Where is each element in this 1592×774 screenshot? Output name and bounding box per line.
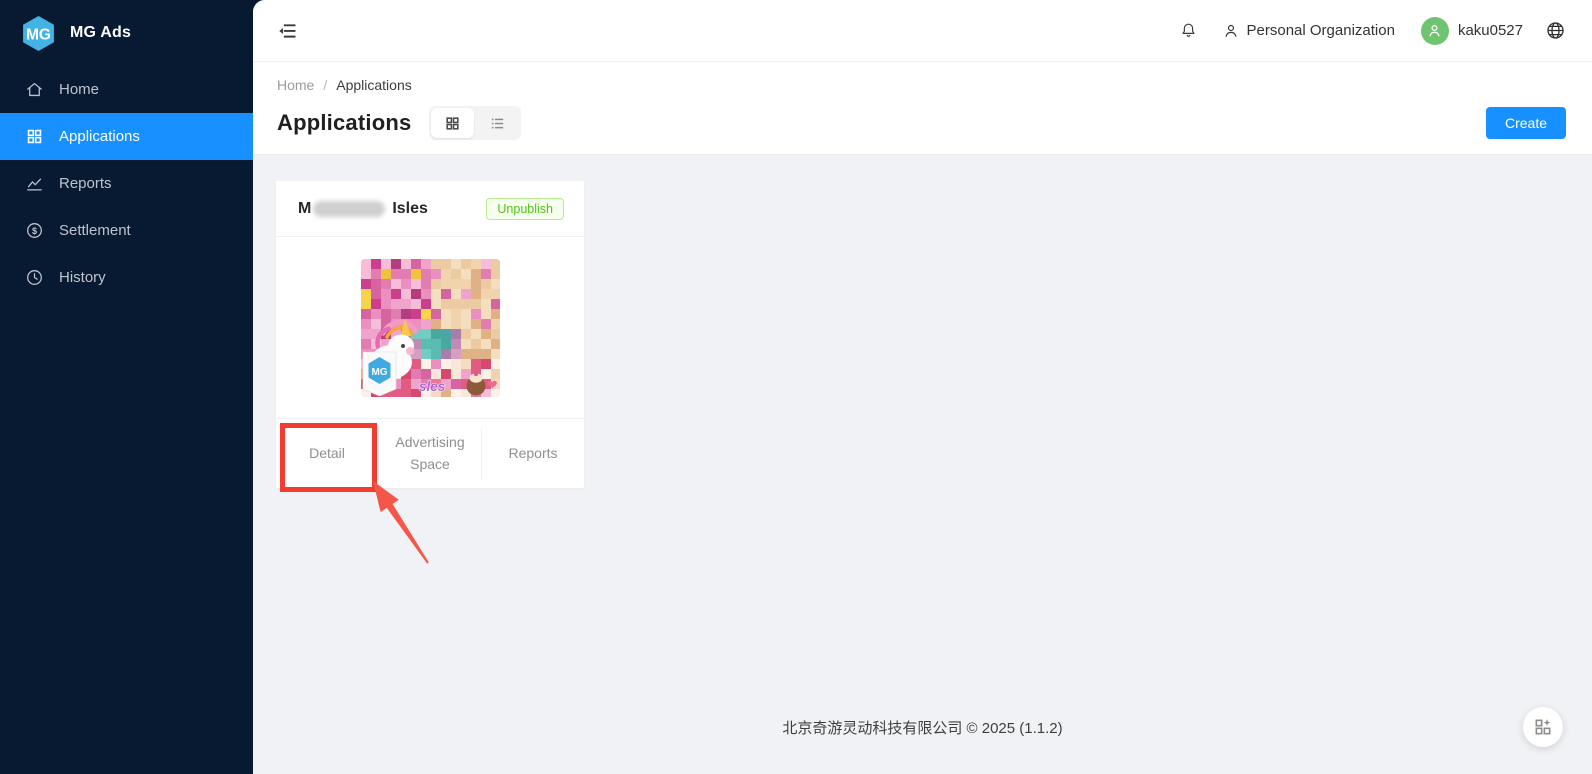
notification-bell-icon[interactable] [1179, 21, 1198, 40]
sidebar-item-reports[interactable]: Reports [0, 160, 253, 207]
main-panel: Personal Organization kaku0527 [253, 0, 1592, 774]
person-icon [1222, 22, 1240, 40]
brand-name: MG Ads [70, 24, 131, 42]
grid-view-button[interactable] [431, 108, 474, 138]
create-button[interactable]: Create [1486, 107, 1566, 139]
application-card: M Isles Unpublish [276, 181, 584, 488]
list-view-icon [489, 115, 506, 132]
history-icon [25, 268, 44, 287]
home-icon [25, 80, 44, 99]
user-avatar[interactable] [1421, 17, 1449, 45]
card-tabs: DetailAdvertising SpaceReports [276, 418, 584, 488]
page-header: Home / Applications Applications [253, 62, 1592, 155]
card-body: MG sles [276, 237, 584, 418]
title-row: Applications [277, 106, 1566, 140]
topbar: Personal Organization kaku0527 [253, 0, 1592, 62]
breadcrumb-current: Applications [336, 77, 412, 93]
logo-letters: MG [26, 26, 51, 43]
organization-switcher[interactable]: Personal Organization [1222, 22, 1395, 40]
username[interactable]: kaku0527 [1458, 22, 1523, 39]
brand: MG MG Ads [0, 0, 253, 66]
svg-text:$: $ [32, 226, 37, 236]
footer-copyright: 北京奇游灵动科技有限公司 © 2025 (1.1.2) [253, 717, 1592, 738]
app-icon-image: MG sles [361, 259, 500, 397]
menu-fold-icon[interactable] [277, 21, 299, 41]
view-toggle [429, 106, 521, 140]
app-icon-badge-text: MG [371, 367, 387, 378]
page-title: Applications [277, 110, 411, 136]
app-title-prefix: M [298, 200, 311, 218]
list-view-button[interactable] [476, 108, 519, 138]
organization-name: Personal Organization [1247, 22, 1395, 39]
mg-logo-icon: MG [20, 15, 57, 52]
sidebar-item-settlement[interactable]: $ Settlement [0, 207, 253, 254]
card-tab-reports[interactable]: Reports [482, 419, 584, 488]
sidebar-item-applications[interactable]: Applications [0, 113, 253, 160]
widgets-fab-button[interactable] [1523, 707, 1563, 747]
app-icon-caption-text: sles [419, 379, 446, 394]
app-icon-overlay: MG sles [361, 259, 500, 397]
content-area: M Isles Unpublish [253, 155, 1592, 774]
card-tab-advertising-space[interactable]: Advertising Space [379, 419, 481, 488]
reports-icon [25, 174, 44, 193]
app-title: M Isles [298, 200, 428, 218]
sidebar-item-home[interactable]: Home [0, 66, 253, 113]
sidebar-menu: Home Applications Reports $ Settlement H… [0, 66, 253, 301]
apps-icon [25, 127, 44, 146]
app-title-suffix: Isles [392, 200, 428, 218]
settlement-icon: $ [25, 221, 44, 240]
sidebar: MG MG Ads Home Applications Reports $ Se… [0, 0, 253, 774]
sidebar-item-history[interactable]: History [0, 254, 253, 301]
topbar-right: Personal Organization kaku0527 [1179, 17, 1566, 45]
breadcrumb-home[interactable]: Home [277, 77, 314, 93]
card-header: M Isles Unpublish [276, 181, 584, 237]
status-badge[interactable]: Unpublish [486, 198, 564, 220]
breadcrumb: Home / Applications [277, 77, 1566, 93]
grid-view-icon [444, 115, 461, 132]
card-tab-detail[interactable]: Detail [276, 419, 378, 488]
redacted-title-blur [313, 201, 385, 217]
breadcrumb-separator: / [323, 77, 327, 93]
language-globe-icon[interactable] [1545, 20, 1566, 41]
apps-sparkle-icon [1533, 717, 1553, 737]
app-root: MG MG Ads Home Applications Reports $ Se… [0, 0, 1592, 774]
